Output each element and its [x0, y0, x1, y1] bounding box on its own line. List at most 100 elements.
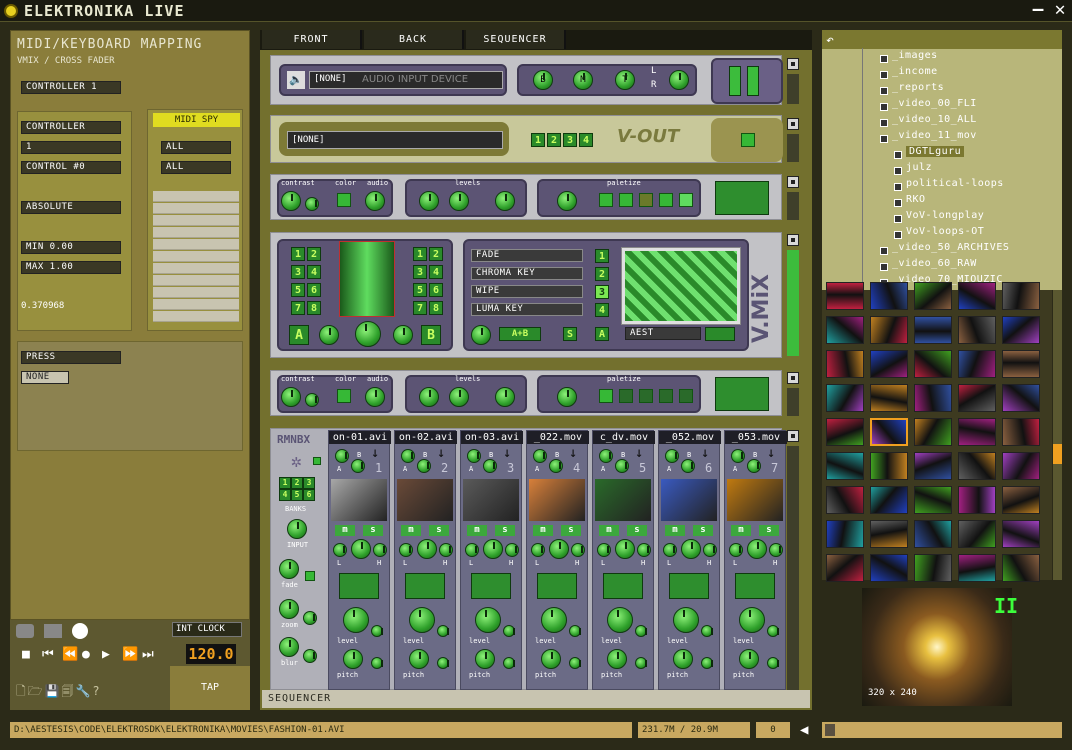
channel-high-knob[interactable]: [637, 543, 651, 557]
mode-chroma-key[interactable]: CHROMA KEY: [471, 267, 583, 280]
crossfader-handle[interactable]: [339, 241, 395, 317]
channel-pitch-knob[interactable]: [607, 649, 627, 669]
channel-level-knob[interactable]: [739, 607, 765, 633]
clip-thumbnail[interactable]: [1002, 452, 1040, 480]
skip-back-icon[interactable]: ⏮: [42, 648, 54, 662]
tree-item[interactable]: _video_10_ALL: [880, 114, 977, 127]
sequencer-bar[interactable]: SEQUENCER: [262, 690, 810, 708]
vmix-right-num[interactable]: 2: [429, 247, 443, 261]
clip-thumbnail[interactable]: [958, 418, 996, 446]
channel-fx-grid[interactable]: [603, 573, 643, 599]
clip-thumbnail[interactable]: [914, 418, 952, 446]
clip-thumbnail[interactable]: [958, 316, 996, 344]
vout-module-toggle[interactable]: [787, 118, 799, 130]
vmix-left-num[interactable]: 4: [307, 265, 321, 279]
channel-mute-button[interactable]: m: [599, 525, 619, 536]
channel-mid-knob[interactable]: [615, 539, 635, 559]
vmix-left-num[interactable]: 5: [291, 283, 305, 297]
channel-mid-knob[interactable]: [351, 539, 371, 559]
channel-high-knob[interactable]: [505, 543, 519, 557]
clip-thumbnail[interactable]: [870, 384, 908, 412]
channel-clip-thumbnail[interactable]: [727, 479, 783, 521]
channel-level-knob[interactable]: [409, 607, 435, 633]
clip-thumbnail[interactable]: [826, 554, 864, 582]
tree-item[interactable]: _income: [880, 66, 938, 79]
zoom-fine-knob[interactable]: [303, 611, 317, 625]
channel-solo-button[interactable]: s: [693, 525, 713, 536]
fast-forward-icon[interactable]: ⏩: [122, 648, 138, 662]
channel-pitch-fine-knob[interactable]: [701, 657, 713, 669]
clip-thumbnail[interactable]: [914, 384, 952, 412]
clip-thumbnail[interactable]: [870, 418, 908, 446]
channel-level-knob[interactable]: [673, 607, 699, 633]
clip-thumbnail[interactable]: [870, 520, 908, 548]
fx-preset-grid[interactable]: [715, 181, 769, 215]
vmix-left-num[interactable]: 6: [307, 283, 321, 297]
mode-field[interactable]: ABSOLUTE: [21, 201, 121, 214]
vmix-left-num[interactable]: 3: [291, 265, 305, 279]
channel-mute-button[interactable]: m: [731, 525, 751, 536]
channel-pitch-knob[interactable]: [409, 649, 429, 669]
channel-level-fine-knob[interactable]: [437, 625, 449, 637]
channel-a-knob[interactable]: [731, 449, 745, 463]
vmix-a-button[interactable]: A: [289, 325, 309, 345]
channel-pitch-fine-knob[interactable]: [437, 657, 449, 669]
channel-low-knob[interactable]: [399, 543, 413, 557]
mid-knob[interactable]: M: [573, 70, 593, 90]
clip-thumbnail[interactable]: [870, 282, 908, 310]
vmix-right-num[interactable]: 3: [413, 265, 427, 279]
palette-swatch-3[interactable]: [639, 193, 653, 207]
palette2-swatch-1[interactable]: [599, 389, 613, 403]
vmix-fade-knob[interactable]: [355, 321, 381, 347]
channel-a-knob[interactable]: [335, 449, 349, 463]
channel-a-knob[interactable]: [533, 449, 547, 463]
channel-solo-button[interactable]: s: [627, 525, 647, 536]
channel-pitch-fine-knob[interactable]: [569, 657, 581, 669]
bass-knob[interactable]: B: [533, 70, 553, 90]
channel-level-knob[interactable]: [607, 607, 633, 633]
rmnbx-module-toggle[interactable]: [787, 430, 799, 442]
mode-a-button[interactable]: A: [595, 327, 609, 341]
tree-item[interactable]: _video_00_FLI: [880, 98, 977, 111]
max-field[interactable]: MAX 1.00: [21, 261, 121, 274]
channel-low-knob[interactable]: [333, 543, 347, 557]
channel-level-knob[interactable]: [343, 607, 369, 633]
fade-knob[interactable]: [279, 559, 299, 579]
fx2-module-toggle[interactable]: [787, 372, 799, 384]
mode-num-4[interactable]: 4: [595, 303, 609, 317]
clip-thumbnail[interactable]: [1002, 384, 1040, 412]
channel-low-knob[interactable]: [729, 543, 743, 557]
clip-thumbnail[interactable]: [914, 316, 952, 344]
channel-clip-thumbnail[interactable]: [331, 479, 387, 521]
palette2-swatch-4[interactable]: [659, 389, 673, 403]
rewind-icon[interactable]: ⏪: [62, 648, 78, 662]
treble-knob[interactable]: T: [615, 70, 635, 90]
tree-item[interactable]: julz: [893, 162, 932, 175]
channel-b-knob[interactable]: [351, 459, 365, 473]
vout-device-select[interactable]: [NONE]: [287, 131, 503, 149]
clip-thumbnail[interactable]: [914, 452, 952, 480]
bank-digit[interactable]: 6: [303, 489, 315, 501]
control-field[interactable]: CONTROL #0: [21, 161, 121, 174]
channel-mid-knob[interactable]: [681, 539, 701, 559]
channel-low-knob[interactable]: [531, 543, 545, 557]
bank-digit[interactable]: 3: [303, 477, 315, 489]
vmix-module-toggle[interactable]: [787, 234, 799, 246]
blur-fine-knob[interactable]: [303, 649, 317, 663]
channel-b-knob[interactable]: [483, 459, 497, 473]
vout-enable-button[interactable]: [741, 133, 755, 147]
channel-level-fine-knob[interactable]: [371, 625, 383, 637]
palette2-swatch-3[interactable]: [639, 389, 653, 403]
clip-thumbnail[interactable]: [958, 282, 996, 310]
channel-arrow-down-icon[interactable]: ↓: [767, 445, 775, 461]
channel-fx-grid[interactable]: [669, 573, 709, 599]
contrast-knob[interactable]: [281, 191, 301, 211]
mode-ab-button[interactable]: A+B: [499, 327, 541, 341]
clip-thumbnail[interactable]: [1002, 486, 1040, 514]
channel-low-knob[interactable]: [663, 543, 677, 557]
levels-mid-knob[interactable]: [449, 191, 469, 211]
key-value-field[interactable]: NONE: [21, 371, 69, 384]
channel-mid-knob[interactable]: [417, 539, 437, 559]
channel-pitch-fine-knob[interactable]: [635, 657, 647, 669]
vmix-left-num[interactable]: 2: [307, 247, 321, 261]
